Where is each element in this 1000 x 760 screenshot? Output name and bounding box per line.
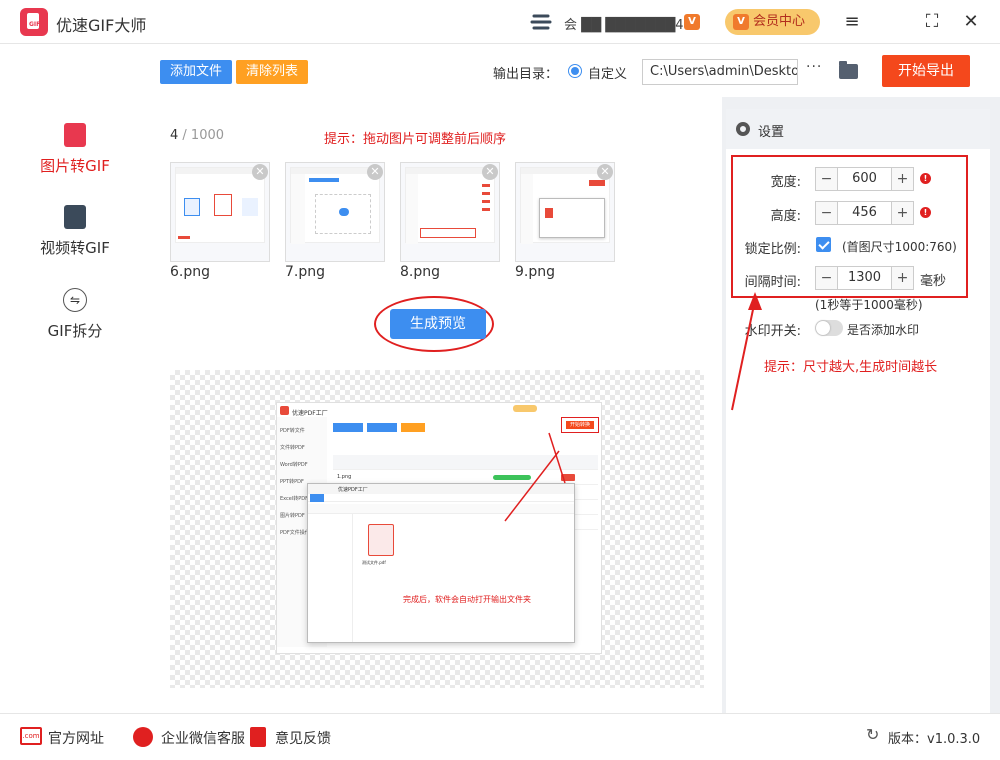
output-directory-label: 输出目录： <box>493 63 558 82</box>
lock-ratio-checkbox[interactable] <box>816 237 831 252</box>
add-files-button[interactable]: 添加文件 <box>160 60 232 84</box>
sidebar-item-label: 视频转GIF <box>0 237 150 258</box>
app-title: 优速GIF大师 <box>56 12 146 36</box>
user-brand-icon <box>528 12 556 32</box>
vip-crown-icon: V <box>733 14 749 30</box>
menu-icon[interactable]: ≡ <box>840 10 864 34</box>
title-bar: GIF 优速GIF大师 会 ██ ███████4 V V 会员中心 ≡ ⛶ ✕ <box>0 0 1000 44</box>
height-stepper[interactable]: − 456 + <box>815 201 914 225</box>
width-increment-button[interactable]: + <box>891 168 913 190</box>
thumbnail[interactable]: ✕ <box>515 162 615 262</box>
toolbar: 添加文件 清除列表 输出目录： 自定义 C:\Users\admin\Deskt… <box>150 45 1000 97</box>
thumbnail[interactable]: ✕ <box>170 162 270 262</box>
file-count-total: / 1000 <box>182 128 224 143</box>
annotation-arrow <box>722 280 782 420</box>
watermark-note: 是否添加水印 <box>847 321 919 338</box>
warning-icon: ! <box>920 207 931 218</box>
lock-ratio-note: (首图尺寸1000:760) <box>842 238 957 255</box>
lock-ratio-label: 锁定比例: <box>721 238 801 257</box>
sidebar-item-image-to-gif[interactable]: 图片转GIF <box>0 123 150 193</box>
sidebar-item-video-to-gif[interactable]: 视频转GIF <box>0 205 150 275</box>
version-label: 版本：v1.0.3.0 <box>888 728 980 747</box>
settings-title: 设置 <box>758 121 784 140</box>
remove-thumbnail-icon[interactable]: ✕ <box>597 164 613 180</box>
wechat-service-icon <box>133 727 153 747</box>
main-panel: 4 / 1000 提示：拖动图片可调整前后顺序 ✕ ✕ <box>150 97 722 713</box>
gif-preview-canvas: 优速PDF工厂 PDF转文件 文件转PDF Word转PDF PPT转PDF E… <box>170 370 704 688</box>
sidebar-item-label: 图片转GIF <box>0 155 150 176</box>
member-center-label: 会员中心 <box>753 14 805 29</box>
feedback-link[interactable]: 意见反馈 <box>275 728 331 748</box>
thumbnail-image <box>520 167 610 243</box>
generate-preview-button[interactable]: 生成预览 <box>390 309 486 339</box>
interval-decrement-button[interactable]: − <box>816 267 838 289</box>
interval-increment-button[interactable]: + <box>891 267 913 289</box>
remove-thumbnail-icon[interactable]: ✕ <box>367 164 383 180</box>
interval-note: (1秒等于1000毫秒) <box>815 296 923 313</box>
custom-radio-label[interactable]: 自定义 <box>588 63 627 82</box>
footer: .com 官方网址 企业微信客服 意见反馈 ↻ 版本：v1.0.3.0 <box>0 713 1000 760</box>
image-file-icon <box>64 123 86 147</box>
thumbnail-name: 6.png <box>170 264 210 280</box>
height-increment-button[interactable]: + <box>891 202 913 224</box>
remove-thumbnail-icon[interactable]: ✕ <box>252 164 268 180</box>
drag-hint: 提示：拖动图片可调整前后顺序 <box>324 128 506 147</box>
height-label: 高度: <box>721 205 801 224</box>
custom-radio[interactable] <box>568 64 582 78</box>
sidebar-item-label: GIF拆分 <box>0 320 150 341</box>
video-file-icon <box>64 205 86 229</box>
gear-icon <box>736 122 750 136</box>
preview-annotation-arrows <box>277 403 603 655</box>
output-path-input[interactable]: C:\Users\admin\Deskto <box>642 59 798 85</box>
settings-header: 设置 <box>726 109 990 149</box>
member-center-button[interactable]: V 会员中心 <box>725 9 820 35</box>
official-website-link[interactable]: 官方网址 <box>48 728 104 748</box>
thumbnail-image <box>405 167 495 243</box>
open-folder-icon[interactable] <box>839 64 858 79</box>
sidebar-item-gif-split[interactable]: ⇋ GIF拆分 <box>0 288 150 358</box>
sidebar: 图片转GIF 视频转GIF ⇋ GIF拆分 <box>0 45 150 713</box>
preview-screenshot: 优速PDF工厂 PDF转文件 文件转PDF Word转PDF PPT转PDF E… <box>276 402 602 654</box>
warning-icon: ! <box>920 173 931 184</box>
thumbnail[interactable]: ✕ <box>400 162 500 262</box>
wechat-service-link[interactable]: 企业微信客服 <box>161 728 245 748</box>
start-export-button[interactable]: 开始导出 <box>882 55 970 87</box>
thumbnail-name: 7.png <box>285 264 325 280</box>
website-icon: .com <box>20 727 42 745</box>
app-logo-icon: GIF <box>20 8 48 36</box>
file-area: 4 / 1000 提示：拖动图片可调整前后顺序 ✕ ✕ <box>150 97 722 713</box>
fullscreen-icon[interactable]: ⛶ <box>920 10 944 34</box>
close-icon[interactable]: ✕ <box>959 10 983 34</box>
interval-unit: 毫秒 <box>920 270 946 289</box>
thumbnail-name: 9.png <box>515 264 555 280</box>
interval-value[interactable]: 1300 <box>838 267 891 289</box>
split-icon: ⇋ <box>63 288 87 312</box>
thumbnail[interactable]: ✕ <box>285 162 385 262</box>
browse-more-icon[interactable]: ··· <box>806 59 822 75</box>
remove-thumbnail-icon[interactable]: ✕ <box>482 164 498 180</box>
width-value[interactable]: 600 <box>838 168 891 190</box>
file-count: 4 / 1000 <box>170 128 224 143</box>
vip-icon: V <box>684 14 700 30</box>
interval-stepper[interactable]: − 1300 + <box>815 266 914 290</box>
feedback-icon <box>250 727 266 747</box>
thumbnail-image <box>290 167 380 243</box>
width-decrement-button[interactable]: − <box>816 168 838 190</box>
watermark-toggle[interactable] <box>815 320 843 336</box>
thumbnail-name: 8.png <box>400 264 440 280</box>
height-decrement-button[interactable]: − <box>816 202 838 224</box>
thumbnail-image <box>175 167 265 243</box>
file-count-current: 4 <box>170 128 178 143</box>
clear-list-button[interactable]: 清除列表 <box>236 60 308 84</box>
settings-tip: 提示：尺寸越大,生成时间越长 <box>764 356 937 375</box>
width-stepper[interactable]: − 600 + <box>815 167 914 191</box>
width-label: 宽度: <box>721 171 801 190</box>
height-value[interactable]: 456 <box>838 202 891 224</box>
user-account-text[interactable]: 会 ██ ███████4 <box>564 14 684 33</box>
refresh-icon: ↻ <box>866 725 888 743</box>
